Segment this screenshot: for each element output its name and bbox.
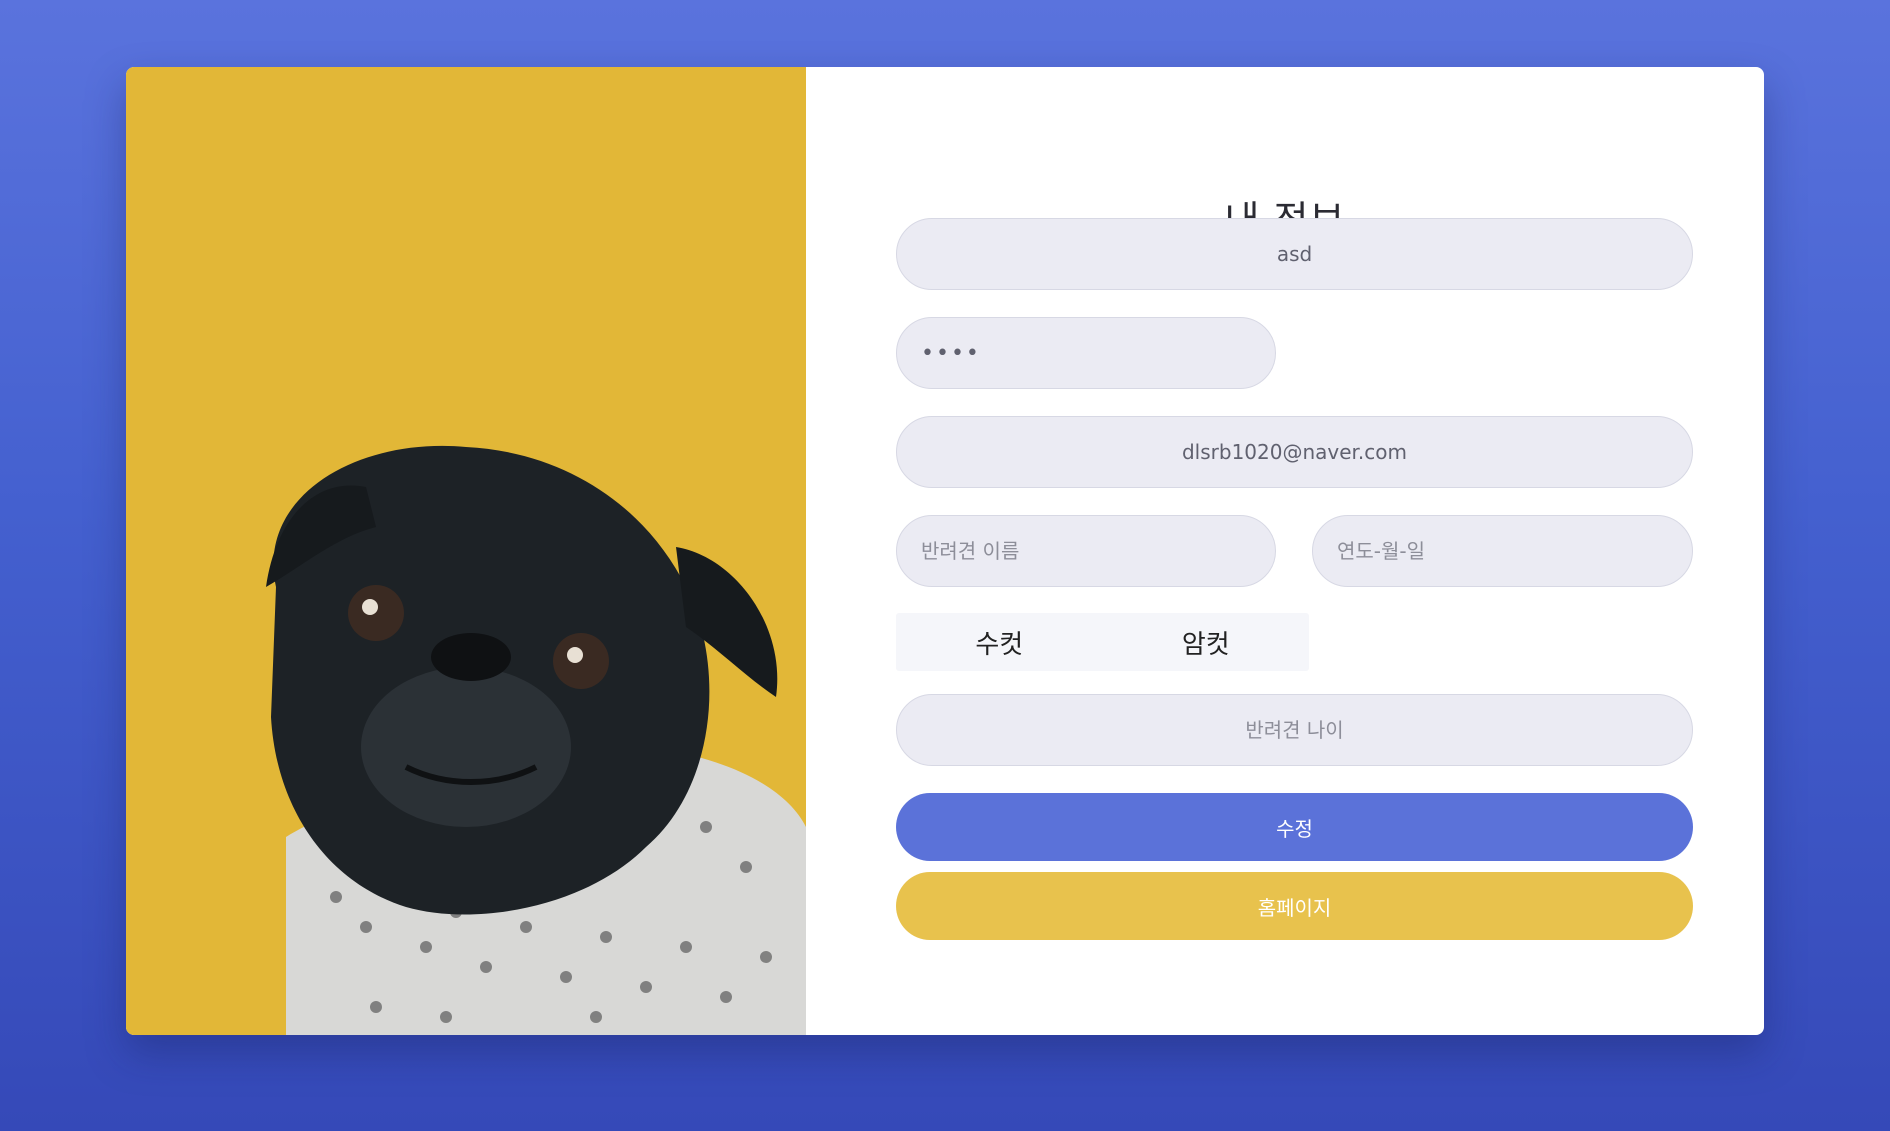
profile-card: 내 정보 수컷 암컷 수정 홈페이지 — [126, 67, 1764, 1035]
muzzle — [361, 667, 571, 827]
nose — [431, 633, 511, 681]
right-eye — [553, 633, 609, 689]
email-field[interactable] — [896, 416, 1693, 488]
left-eye — [348, 585, 404, 641]
pug-illustration — [266, 445, 806, 1035]
birthdate-field[interactable] — [1312, 515, 1693, 587]
gender-selector: 수컷 암컷 — [896, 613, 1309, 671]
homepage-button[interactable]: 홈페이지 — [896, 872, 1693, 940]
username-field[interactable] — [896, 218, 1693, 290]
edit-button[interactable]: 수정 — [896, 793, 1693, 861]
pet-photo — [126, 67, 806, 1035]
gender-female-option[interactable]: 암컷 — [1103, 624, 1310, 661]
gender-male-option[interactable]: 수컷 — [896, 624, 1103, 661]
password-field[interactable] — [896, 317, 1276, 389]
pet-name-field[interactable] — [896, 515, 1276, 587]
pet-age-field[interactable] — [896, 694, 1693, 766]
profile-form: 내 정보 수컷 암컷 수정 홈페이지 — [806, 67, 1764, 1035]
